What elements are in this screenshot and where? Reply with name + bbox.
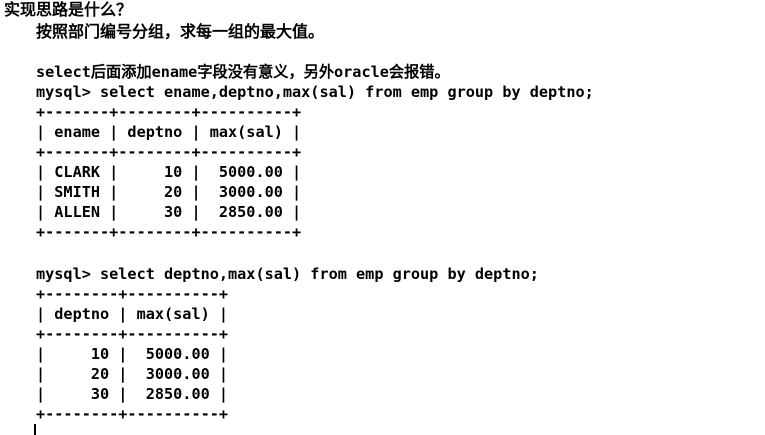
query1-border-top: +-------+--------+----------+: [36, 103, 302, 121]
query2-row: | 10 | 5000.00 |: [36, 345, 229, 363]
query2-border-bottom: +--------+----------+: [36, 405, 229, 423]
text-cursor: [34, 424, 36, 435]
query1-border-bottom: +-------+--------+----------+: [36, 223, 302, 241]
query2-border-top: +--------+----------+: [36, 285, 229, 303]
query2-row: | 20 | 3000.00 |: [36, 365, 229, 383]
note-text: select后面添加ename字段没有意义，另外oracle会报错。: [36, 63, 450, 81]
query1-row: | ALLEN | 30 | 2850.00 |: [36, 203, 302, 221]
query2-row: | 30 | 2850.00 |: [36, 385, 229, 403]
answer-text: 按照部门编号分组，求每一组的最大值。: [36, 22, 325, 41]
query1-header: | ename | deptno | max(sal) |: [36, 123, 302, 141]
query1-row: | CLARK | 10 | 5000.00 |: [36, 163, 302, 181]
question-heading: 实现思路是什么？: [4, 0, 133, 19]
query2-border-mid: +--------+----------+: [36, 325, 229, 343]
query1-border-mid: +-------+--------+----------+: [36, 143, 302, 161]
query1-prompt: mysql> select ename,deptno,max(sal) from…: [36, 83, 594, 101]
query2-header: | deptno | max(sal) |: [36, 305, 229, 323]
query2-prompt: mysql> select deptno,max(sal) from emp g…: [36, 265, 539, 283]
query1-row: | SMITH | 20 | 3000.00 |: [36, 183, 302, 201]
